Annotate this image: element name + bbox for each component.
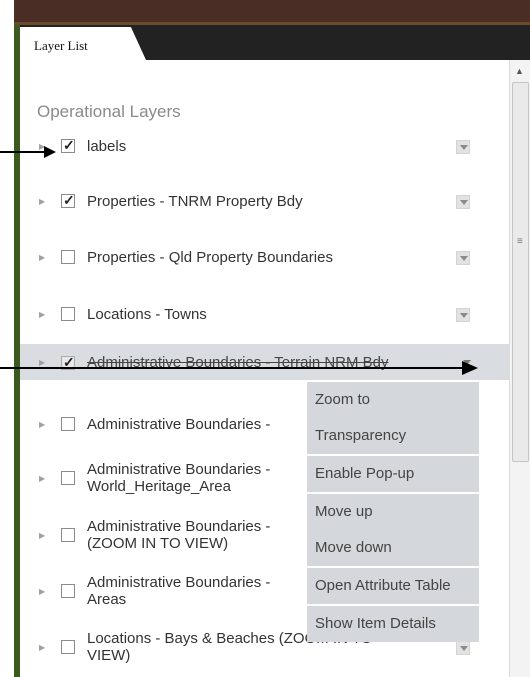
layer-label-line2: World_Heritage_Area [87,478,231,495]
layer-checkbox[interactable] [61,417,75,431]
expand-triangle-icon[interactable]: ▶ [39,531,45,540]
expand-triangle-icon[interactable]: ▶ [39,253,45,262]
layer-checkbox[interactable]: ✓ [61,137,75,153]
grip-icon: ≡ [517,236,523,247]
annotation-arrow-icon [0,146,56,158]
vertical-scrollbar[interactable]: ▲ ≡ [509,60,530,677]
layer-label: Administrative Boundaries - [87,461,271,478]
section-title: Operational Layers [37,102,181,121]
chevron-down-icon[interactable] [456,195,470,209]
layer-context-menu: Zoom to Transparency Enable Pop-up Move … [307,382,479,642]
chevron-down-icon[interactable] [456,641,470,655]
layer-label-line2: (ZOOM IN TO VIEW) [87,535,229,552]
menu-item-move-up[interactable]: Move up [307,494,479,530]
tab-label: Layer List [34,38,88,53]
scroll-up-arrow-icon[interactable]: ▲ [515,66,524,76]
checkmark-icon: ✓ [63,192,75,208]
layer-label-line2: VIEW) [87,647,131,664]
expand-triangle-icon[interactable]: ▶ [39,420,45,429]
layer-row-labels: ▶ ✓ labels [20,132,509,160]
chevron-down-icon[interactable] [456,140,470,154]
menu-item-enable-popup[interactable]: Enable Pop-up [307,456,479,492]
layer-checkbox[interactable] [61,250,75,264]
menu-item-show-item-details[interactable]: Show Item Details [307,606,479,642]
menu-item-open-attribute-table[interactable]: Open Attribute Table [307,568,479,604]
layer-checkbox[interactable] [61,471,75,485]
menu-item-transparency[interactable]: Transparency [307,418,479,454]
layer-row-towns: ▶ Locations - Towns [20,300,509,328]
tab-layer-list[interactable]: Layer List [20,27,146,60]
layer-label: Administrative Boundaries - [87,518,271,535]
layer-label: Administrative Boundaries - [87,574,271,591]
expand-triangle-icon[interactable]: ▶ [39,587,45,596]
layer-label: Properties - Qld Property Boundaries [87,249,333,266]
layer-checkbox[interactable] [61,640,75,654]
menu-item-zoom-to[interactable]: Zoom to [307,382,479,418]
expand-triangle-icon[interactable]: ▶ [39,643,45,652]
layer-checkbox[interactable] [61,307,75,321]
chevron-down-icon[interactable] [456,251,470,265]
layer-label: Administrative Boundaries - [87,416,271,433]
checkmark-icon: ✓ [63,137,75,153]
layer-row-tnrm-property: ▶ ✓ Properties - TNRM Property Bdy [20,187,509,215]
expand-triangle-icon[interactable]: ▶ [39,474,45,483]
annotation-arrow-icon [0,361,478,375]
layer-checkbox[interactable]: ✓ [61,192,75,208]
expand-triangle-icon[interactable]: ▶ [39,197,45,206]
expand-triangle-icon[interactable]: ▶ [39,310,45,319]
layer-label-line2: Areas [87,591,127,608]
layer-checkbox[interactable] [61,584,75,598]
scrollbar-thumb[interactable]: ≡ [512,82,529,462]
layer-row-qld-property: ▶ Properties - Qld Property Boundaries [20,243,509,271]
menu-item-move-down[interactable]: Move down [307,530,479,566]
layer-label: Locations - Towns [87,306,207,323]
layer-label: Properties - TNRM Property Bdy [87,193,303,210]
layer-label: labels [87,138,127,155]
chevron-down-icon[interactable] [456,308,470,322]
layer-checkbox[interactable] [61,528,75,542]
top-bar [14,0,530,22]
